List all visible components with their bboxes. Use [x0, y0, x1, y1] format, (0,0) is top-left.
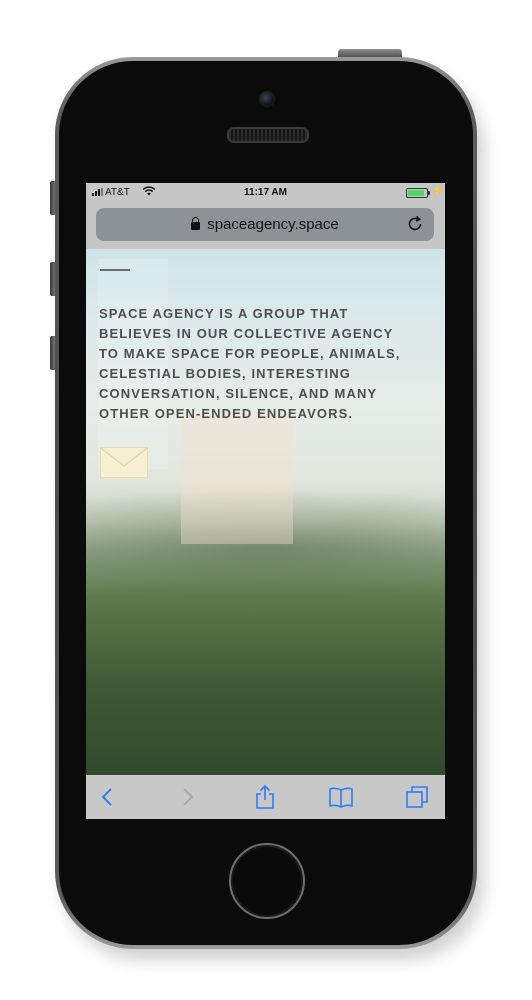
mockup-canvas: AT&T 11:17 AM ⚡ spaceagency.space SPACE … [0, 0, 532, 1000]
share-icon[interactable] [252, 784, 278, 810]
webpage-content: SPACE AGENCY IS A GROUP THAT BELIEVES IN… [86, 249, 445, 775]
browser-toolbar [86, 775, 445, 819]
status-bar: AT&T 11:17 AM ⚡ [86, 183, 445, 202]
forward-arrow-icon[interactable] [174, 784, 200, 810]
back-arrow-icon[interactable] [95, 784, 121, 810]
url-text: spaceagency.space [207, 216, 339, 233]
mail-envelope-icon[interactable] [100, 447, 148, 478]
browser-address-area: spaceagency.space [86, 202, 445, 249]
lock-icon [191, 216, 201, 230]
phone-screen: AT&T 11:17 AM ⚡ spaceagency.space SPACE … [86, 183, 445, 819]
battery-level-fill [408, 190, 424, 196]
status-time: 11:17 AM [244, 187, 287, 198]
reload-icon[interactable] [406, 215, 424, 233]
background-panel-center [181, 414, 293, 544]
front-camera [259, 91, 275, 107]
charging-bolt-icon: ⚡ [432, 186, 445, 197]
manifesto-text: SPACE AGENCY IS A GROUP THAT BELIEVES IN… [99, 306, 401, 421]
address-bar[interactable]: spaceagency.space [96, 208, 434, 241]
tabs-icon[interactable] [404, 784, 430, 810]
battery-icon [406, 188, 430, 198]
earpiece-speaker [227, 127, 309, 143]
bookmarks-icon[interactable] [328, 784, 354, 810]
menu-dash-icon[interactable] [100, 269, 130, 271]
home-button[interactable] [229, 843, 305, 919]
